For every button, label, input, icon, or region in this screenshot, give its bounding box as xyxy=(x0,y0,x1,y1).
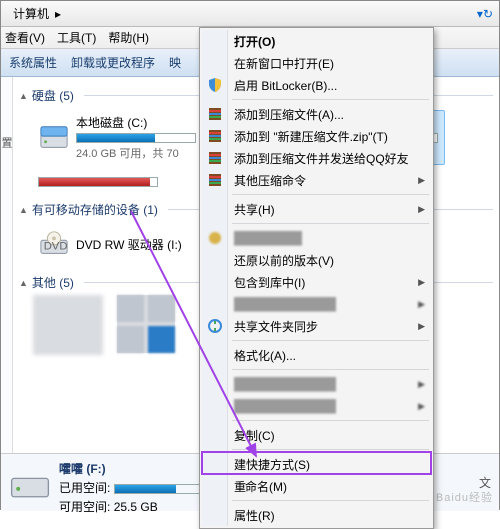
collapse-icon[interactable]: ▲ xyxy=(19,278,28,288)
submenu-arrow-icon: ▶ xyxy=(418,277,425,288)
group-title-other: 其他 (5) xyxy=(32,274,74,291)
submenu-arrow-icon: ▶ xyxy=(418,204,425,215)
menu-help[interactable]: 帮助(H) xyxy=(108,29,149,46)
archive-icon xyxy=(207,128,223,144)
refresh-icon[interactable]: ↻ xyxy=(483,7,493,21)
collapse-icon[interactable]: ▲ xyxy=(19,91,28,101)
cmd-map-drive[interactable]: 映 xyxy=(169,54,181,71)
breadcrumb-computer[interactable]: 计算机 xyxy=(7,3,55,24)
watermark: Baidu经验 xyxy=(436,489,493,505)
ctx-restore[interactable]: 还原以前的版本(V) xyxy=(202,249,431,271)
drive-c-name: 本地磁盘 (C:) xyxy=(76,114,196,131)
drive-r2-capacity xyxy=(38,177,158,187)
hard-drive-icon xyxy=(9,460,51,505)
ctx-include-library[interactable]: 包含到库中(I)▶ xyxy=(202,271,431,293)
ctx-open-new-window[interactable]: 在新窗口中打开(E) xyxy=(202,52,431,74)
ctx-format[interactable]: 格式化(A)... xyxy=(202,344,431,366)
drive-c-sub: 24.0 GB 可用，共 70 xyxy=(76,145,196,161)
ctx-sync[interactable]: 共享文件夹同步▶ xyxy=(202,315,431,337)
other-item-blurred[interactable] xyxy=(33,295,103,355)
drive-right-2[interactable] xyxy=(33,173,81,191)
ctx-share[interactable]: 共享(H)▶ xyxy=(202,198,431,220)
ctx-open[interactable]: 打开(O) xyxy=(202,30,431,52)
drive-dvd[interactable]: DVD DVD RW 驱动器 (I:) xyxy=(33,224,203,264)
shield-icon xyxy=(207,77,223,93)
archive-icon xyxy=(207,150,223,166)
ctx-bitlocker[interactable]: 启用 BitLocker(B)... xyxy=(202,74,431,96)
ctx-create-shortcut[interactable]: 建快捷方式(S) xyxy=(202,453,431,475)
archive-icon xyxy=(207,172,223,188)
collapse-icon[interactable]: ▲ xyxy=(19,205,28,215)
cmd-uninstall[interactable]: 卸载或更改程序 xyxy=(71,54,155,71)
navigation-pane: 置 xyxy=(1,77,13,453)
submenu-arrow-icon: ▶ xyxy=(418,321,425,332)
ctx-add-zip[interactable]: 添加到 "新建压缩文件.zip"(T) xyxy=(202,125,431,147)
other-item-blurred[interactable] xyxy=(117,295,175,353)
cmd-system-properties[interactable]: 系统属性 xyxy=(9,54,57,71)
ctx-copy[interactable]: 复制(C) xyxy=(202,424,431,446)
menu-view[interactable]: 查看(V) xyxy=(5,29,45,46)
group-title-removable: 有可移动存储的设备 (1) xyxy=(32,201,158,218)
ctx-add-qq[interactable]: 添加到压缩文件并发送给QQ好友 xyxy=(202,147,431,169)
drive-dvd-name: DVD RW 驱动器 (I:) xyxy=(76,236,182,253)
ctx-disabled-3: ████████████▶ xyxy=(202,373,431,395)
ctx-properties[interactable]: 属性(R) xyxy=(202,504,431,526)
chevron-right-icon[interactable]: ▸ xyxy=(55,7,61,21)
submenu-arrow-icon: ▶ xyxy=(418,175,425,186)
drive-c-capacity xyxy=(76,133,196,143)
ctx-rename[interactable]: 重命名(M) xyxy=(202,475,431,497)
menu-tools[interactable]: 工具(T) xyxy=(57,29,96,46)
context-menu: 打开(O) 在新窗口中打开(E) 启用 BitLocker(B)... 添加到压… xyxy=(199,27,434,529)
archive-icon xyxy=(207,106,223,122)
hard-drive-icon xyxy=(38,122,70,154)
dvd-drive-icon: DVD xyxy=(38,228,70,260)
ctx-add-archive[interactable]: 添加到压缩文件(A)... xyxy=(202,103,431,125)
sync-icon xyxy=(207,318,223,334)
group-title-hdd: 硬盘 (5) xyxy=(32,87,74,104)
ctx-disabled-1: ████████ xyxy=(202,227,431,249)
address-bar: 计算机 ▸ ▾ ↻ xyxy=(1,1,499,27)
ctx-disabled-2: ████████████▶ xyxy=(202,293,431,315)
drive-c[interactable]: 本地磁盘 (C:) 24.0 GB 可用，共 70 xyxy=(33,110,203,165)
ctx-other-zip[interactable]: 其他压缩命令▶ xyxy=(202,169,431,191)
svg-text:DVD: DVD xyxy=(44,241,68,253)
app-icon xyxy=(207,230,223,246)
nav-label: 置 xyxy=(0,137,14,148)
ctx-disabled-4: ████████████▶ xyxy=(202,395,431,417)
